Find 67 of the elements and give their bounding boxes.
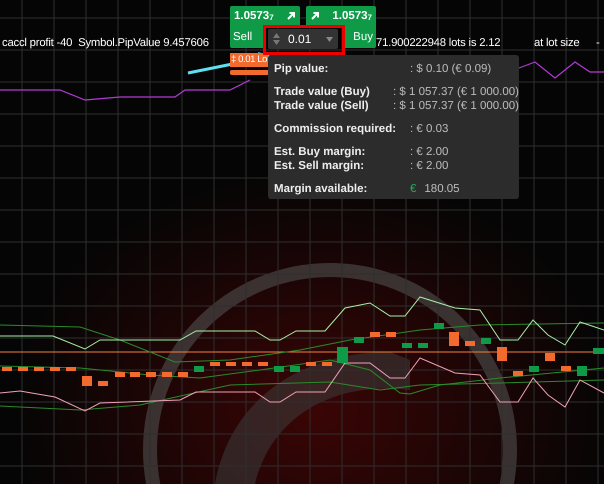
candle bbox=[274, 366, 284, 372]
candle bbox=[465, 341, 475, 346]
candle bbox=[226, 362, 236, 366]
order-tag: ‡ 0.01 Lo bbox=[230, 53, 268, 67]
spinner-icon bbox=[273, 33, 280, 45]
candle bbox=[481, 338, 491, 344]
info-value: : $ 1 057.37 (€ 1 000.00) bbox=[393, 86, 519, 98]
sell-button[interactable]: Sell bbox=[230, 25, 263, 48]
candle bbox=[545, 353, 555, 361]
candle bbox=[593, 348, 604, 354]
candle bbox=[82, 376, 92, 386]
candle bbox=[18, 367, 28, 371]
info-label: Pip value: bbox=[274, 63, 330, 75]
info-label: Est. Sell margin: bbox=[274, 160, 366, 172]
candle bbox=[513, 371, 523, 376]
info-value: : € 2.00 bbox=[410, 160, 448, 172]
lot-size-field[interactable]: 0.01 bbox=[268, 29, 338, 49]
candle bbox=[98, 381, 108, 386]
candle bbox=[34, 367, 44, 371]
candle bbox=[2, 367, 12, 371]
candle bbox=[434, 323, 444, 329]
sell-price-button[interactable]: 1.0573$_{7}$ bbox=[230, 6, 300, 25]
candle bbox=[66, 367, 76, 371]
log-text: - bbox=[596, 36, 600, 51]
candle bbox=[194, 366, 204, 372]
info-value: : € 0.03 bbox=[410, 123, 448, 135]
log-text: caccl profit -40 Symbol.PipValue 9.457606 bbox=[2, 36, 209, 51]
info-value: : $ 1 057.37 (€ 1 000.00) bbox=[393, 100, 519, 112]
arrow-icon bbox=[310, 10, 320, 20]
candle bbox=[258, 362, 268, 366]
candle bbox=[50, 367, 60, 371]
candle bbox=[130, 372, 140, 377]
info-label: Trade value (Buy) bbox=[274, 86, 371, 98]
dropdown-caret-icon bbox=[326, 36, 333, 42]
candle bbox=[449, 332, 459, 346]
log-text: at lot size bbox=[534, 36, 580, 51]
candle bbox=[577, 366, 587, 376]
candle bbox=[354, 337, 364, 343]
buy-button[interactable]: Buy bbox=[343, 25, 376, 48]
buy-price-button[interactable]: 1.0573$_{7}$ bbox=[306, 6, 376, 25]
candle bbox=[178, 372, 188, 377]
candle bbox=[529, 366, 539, 372]
candle bbox=[115, 372, 125, 377]
candle bbox=[210, 362, 220, 366]
info-value: : € 2.00 bbox=[410, 146, 448, 158]
candle bbox=[402, 343, 412, 348]
candle bbox=[322, 362, 332, 366]
log-text: 71.900222948 lots is 2.12 bbox=[376, 36, 500, 51]
candle bbox=[162, 372, 172, 377]
candle bbox=[242, 362, 252, 366]
currency-sign: € bbox=[410, 183, 416, 195]
info-value: 180.05 bbox=[424, 183, 460, 195]
candle bbox=[497, 347, 507, 361]
info-label: Est. Buy margin: bbox=[274, 146, 366, 158]
candle bbox=[370, 332, 380, 337]
candle bbox=[337, 347, 348, 363]
candle bbox=[561, 366, 571, 371]
info-label: Commission required: bbox=[274, 123, 398, 135]
candle bbox=[386, 332, 396, 337]
info-value: : $ 0.10 (€ 0.09) bbox=[410, 63, 492, 75]
candle bbox=[306, 362, 316, 366]
info-label: Margin available: bbox=[274, 183, 368, 195]
arrow-icon bbox=[286, 10, 296, 20]
candle bbox=[290, 366, 300, 372]
candle bbox=[146, 372, 156, 377]
info-label: Trade value (Sell) bbox=[274, 100, 370, 112]
candle bbox=[418, 343, 428, 348]
